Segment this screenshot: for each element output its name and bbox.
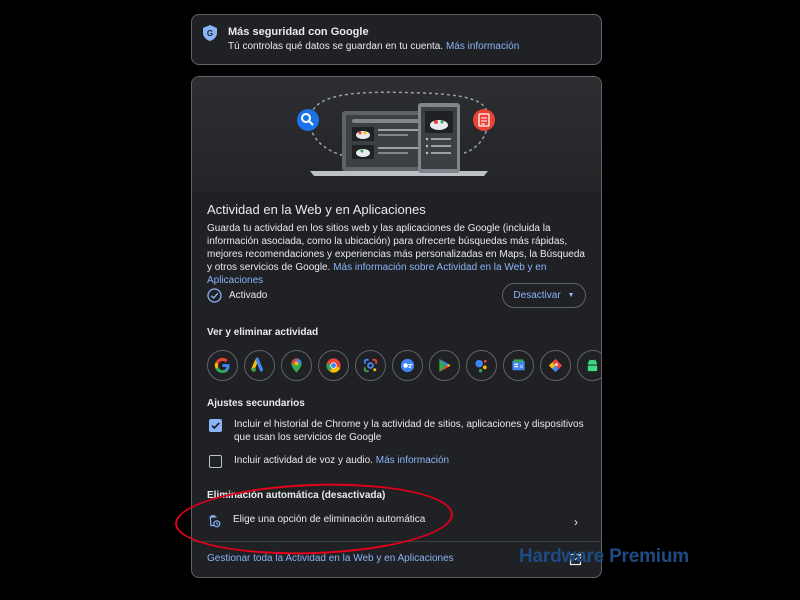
security-title: Más seguridad con Google bbox=[228, 26, 369, 38]
android-icon[interactable] bbox=[577, 350, 601, 381]
voice-audio-text: Incluir actividad de voz y audio. Más in… bbox=[234, 454, 584, 468]
status-label: Activado bbox=[229, 290, 268, 301]
voice-audio-checkbox[interactable] bbox=[209, 455, 222, 468]
security-card: G Más seguridad con Google Tú controlas … bbox=[191, 14, 602, 65]
watermark: Hardware Premium bbox=[519, 546, 689, 567]
security-subtitle: Tú controlas qué datos se guardan en tu … bbox=[228, 41, 520, 52]
secondary-settings-heading: Ajustes secundarios bbox=[207, 398, 305, 409]
activity-title: Actividad en la Web y en Aplicaciones bbox=[207, 202, 426, 217]
svg-text:G: G bbox=[520, 364, 524, 370]
shopping-icon[interactable] bbox=[540, 350, 571, 381]
security-more-info-link[interactable]: Más información bbox=[446, 41, 519, 52]
chevron-right-icon[interactable]: › bbox=[574, 515, 578, 529]
app-icon-row: G bbox=[207, 350, 601, 381]
checkmark-icon bbox=[211, 422, 220, 430]
chrome-icon[interactable] bbox=[318, 350, 349, 381]
caret-down-icon: ▼ bbox=[567, 292, 575, 299]
discover-icon[interactable] bbox=[392, 350, 423, 381]
devices-illustration bbox=[192, 77, 601, 191]
deactivate-label: Desactivar bbox=[513, 290, 561, 301]
check-circle-icon bbox=[207, 288, 222, 303]
activity-illustration bbox=[192, 77, 601, 191]
ads-icon[interactable] bbox=[244, 350, 275, 381]
chrome-history-label: Incluir el historial de Chrome y la acti… bbox=[234, 419, 584, 443]
voice-audio-option: Incluir actividad de voz y audio. Más in… bbox=[209, 454, 584, 468]
lens-icon[interactable] bbox=[355, 350, 386, 381]
view-delete-heading: Ver y eliminar actividad bbox=[207, 327, 319, 338]
deactivate-button[interactable]: Desactivar ▼ bbox=[502, 283, 586, 308]
voice-more-info-link[interactable]: Más información bbox=[376, 455, 449, 466]
manage-activity-link[interactable]: Gestionar toda la Actividad en la Web y … bbox=[207, 553, 454, 564]
google-icon[interactable] bbox=[207, 350, 238, 381]
play-icon[interactable] bbox=[429, 350, 460, 381]
news-icon[interactable]: G bbox=[503, 350, 534, 381]
google-shield-icon: G bbox=[203, 25, 217, 41]
assistant-icon[interactable] bbox=[466, 350, 497, 381]
activity-description: Guarda tu actividad en los sitios web y … bbox=[207, 223, 585, 286]
chrome-history-checkbox[interactable] bbox=[209, 419, 222, 432]
chrome-history-option: Incluir el historial de Chrome y la acti… bbox=[209, 418, 584, 444]
voice-audio-label: Incluir actividad de voz y audio. bbox=[234, 455, 373, 466]
maps-icon[interactable] bbox=[281, 350, 312, 381]
svg-text:G: G bbox=[207, 29, 213, 38]
